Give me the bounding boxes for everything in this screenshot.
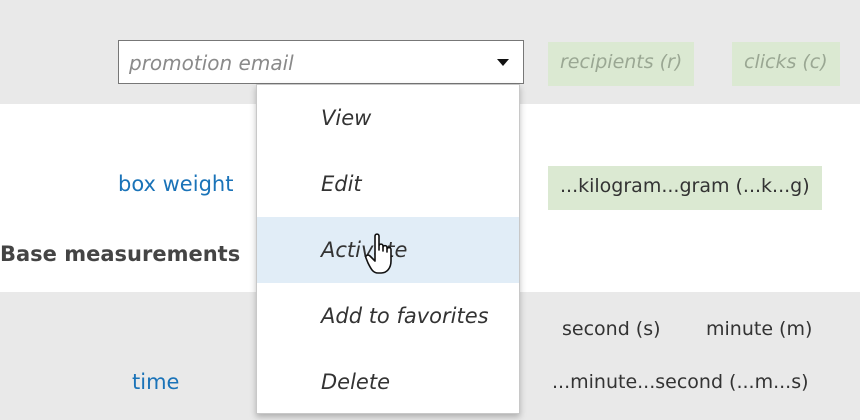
menu-item-delete[interactable]: Delete: [257, 349, 519, 415]
unit-label-second: second (s): [562, 318, 661, 340]
template-select[interactable]: promotion email: [118, 40, 524, 84]
unit-chip-weight[interactable]: ...kilogram...gram (...k...g): [548, 166, 822, 210]
variable-chip-recipients[interactable]: recipients (r): [548, 42, 695, 86]
menu-item-view[interactable]: View: [257, 85, 519, 151]
link-box-weight[interactable]: box weight: [118, 172, 233, 196]
hand-pointer-icon: [365, 233, 392, 274]
link-time[interactable]: time: [132, 370, 179, 394]
menu-item-add-to-favorites[interactable]: Add to favorites: [257, 283, 519, 349]
variable-chip-clicks[interactable]: clicks (c): [732, 42, 840, 86]
template-select-value: promotion email: [129, 51, 294, 75]
section-title: Base measurements: [0, 242, 241, 266]
chevron-down-icon[interactable]: [497, 59, 509, 66]
unit-equivalence: ...minute...second (...m...s): [552, 371, 809, 393]
menu-item-edit[interactable]: Edit: [257, 151, 519, 217]
unit-label-minute: minute (m): [706, 318, 813, 340]
